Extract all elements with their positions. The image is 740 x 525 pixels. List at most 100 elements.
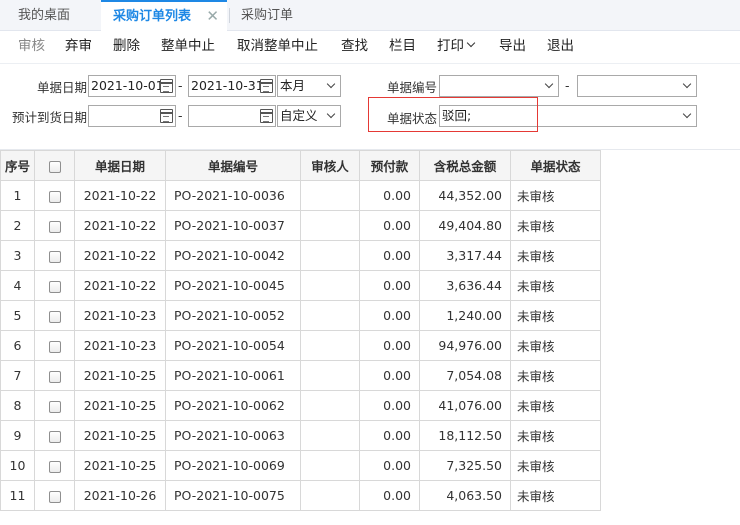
cancel-suspend-button[interactable]: 取消整单中止	[237, 31, 318, 64]
calendar-icon[interactable]	[160, 79, 173, 93]
doc-date-cell: 2021-10-22	[74, 210, 167, 241]
table-row[interactable]: 2 2021-10-22 PO-2021-10-0037 0.00 49,404.80 未…	[0, 210, 602, 241]
table-row[interactable]: 11 2021-10-26 PO-2021-10-0075 0.00 4,063.50 未…	[0, 480, 602, 511]
table-row[interactable]: 5 2021-10-23 PO-2021-10-0052 0.00 1,240.00 未审…	[0, 300, 602, 331]
table-row[interactable]: 8 2021-10-25 PO-2021-10-0062 0.00 41,076.00 未…	[0, 390, 602, 421]
doc-date-from-input[interactable]: 2021-10-01	[88, 75, 176, 97]
reviewer-cell	[300, 210, 361, 241]
exit-button[interactable]: 退出	[547, 31, 574, 64]
expected-date-to-input[interactable]	[188, 105, 276, 127]
calendar-icon[interactable]	[160, 109, 173, 123]
find-button[interactable]: 查找	[341, 31, 368, 64]
row-checkbox[interactable]	[48, 220, 61, 233]
delete-button[interactable]: 删除	[113, 31, 140, 64]
doc-no-label: 单据编号	[387, 80, 438, 95]
select-all-checkbox[interactable]	[48, 160, 61, 173]
doc-status-cell: 未审核	[510, 420, 602, 451]
chevron-down-icon	[326, 79, 336, 89]
row-checkbox-cell	[34, 300, 76, 331]
print-button[interactable]: 打印	[437, 31, 476, 64]
col-header-doc-status[interactable]: 单据状态	[510, 150, 602, 181]
doc-no-cell: PO-2021-10-0037	[165, 210, 302, 241]
col-header-doc-no[interactable]: 单据编号	[165, 150, 302, 181]
doc-date-cell: 2021-10-23	[74, 300, 167, 331]
total-amount-cell: 49,404.80	[419, 210, 512, 241]
doc-no-cell: PO-2021-10-0045	[165, 270, 302, 301]
doc-date-period-select[interactable]: 本月	[277, 75, 341, 97]
calendar-icon[interactable]	[260, 79, 273, 93]
table-row[interactable]: 4 2021-10-22 PO-2021-10-0045 0.00 3,636.44 未审…	[0, 270, 602, 301]
doc-no-cell: PO-2021-10-0063	[165, 420, 302, 451]
abandon-review-button[interactable]: 弃审	[65, 31, 92, 64]
col-header-reviewer[interactable]: 审核人	[300, 150, 361, 181]
row-checkbox-cell	[34, 450, 76, 481]
row-checkbox[interactable]	[48, 250, 61, 263]
total-amount-cell: 3,636.44	[419, 270, 512, 301]
row-checkbox[interactable]	[48, 400, 61, 413]
calendar-icon[interactable]	[260, 109, 273, 123]
doc-date-to-value: 2021-10-31	[191, 78, 264, 93]
doc-no-from-select[interactable]	[439, 75, 559, 97]
row-index: 9	[0, 420, 36, 451]
row-checkbox[interactable]	[48, 310, 61, 323]
row-checkbox[interactable]	[48, 370, 61, 383]
row-checkbox[interactable]	[48, 490, 61, 503]
doc-status-cell: 未审核	[510, 270, 602, 301]
doc-date-cell: 2021-10-25	[74, 420, 167, 451]
table-row[interactable]: 6 2021-10-23 PO-2021-10-0054 0.00 94,976.00 未…	[0, 330, 602, 361]
tab-label: 采购订单列表	[113, 9, 192, 24]
suspend-order-button[interactable]: 整单中止	[161, 31, 215, 64]
row-checkbox-cell	[34, 360, 76, 391]
reviewer-cell	[300, 420, 361, 451]
doc-date-cell: 2021-10-22	[74, 180, 167, 211]
review-button[interactable]: 审核	[18, 31, 45, 64]
table-row[interactable]: 10 2021-10-25 PO-2021-10-0069 0.00 7,325.50 未…	[0, 450, 602, 481]
col-header-doc-date[interactable]: 单据日期	[74, 150, 167, 181]
columns-button[interactable]: 栏目	[389, 31, 416, 64]
export-button[interactable]: 导出	[499, 31, 526, 64]
total-amount-cell: 4,063.50	[419, 480, 512, 511]
close-icon[interactable]: ✕	[206, 2, 219, 31]
col-header-select-all[interactable]	[34, 150, 76, 181]
row-checkbox[interactable]	[48, 190, 61, 203]
tab-purchase-order-list[interactable]: 采购订单列表 ✕	[101, 0, 227, 31]
row-checkbox[interactable]	[48, 280, 61, 293]
doc-date-to-input[interactable]: 2021-10-31	[188, 75, 276, 97]
col-header-prepayment[interactable]: 预付款	[359, 150, 421, 181]
row-checkbox-cell	[34, 330, 76, 361]
prepayment-cell: 0.00	[359, 240, 421, 271]
total-amount-cell: 3,317.44	[419, 240, 512, 271]
doc-no-cell: PO-2021-10-0062	[165, 390, 302, 421]
chevron-down-icon	[682, 109, 692, 119]
col-header-index[interactable]: 序号	[0, 150, 36, 181]
doc-no-to-select[interactable]	[577, 75, 697, 97]
reviewer-cell	[300, 450, 361, 481]
row-checkbox-cell	[34, 210, 76, 241]
date-range-dash: -	[178, 108, 183, 123]
expected-date-from-input[interactable]	[88, 105, 176, 127]
total-amount-cell: 94,976.00	[419, 330, 512, 361]
table-row[interactable]: 3 2021-10-22 PO-2021-10-0042 0.00 3,317.44 未审…	[0, 240, 602, 271]
prepayment-cell: 0.00	[359, 210, 421, 241]
doc-date-cell: 2021-10-23	[74, 330, 167, 361]
doc-status-cell: 未审核	[510, 240, 602, 271]
table-row[interactable]: 7 2021-10-25 PO-2021-10-0061 0.00 7,054.08 未审…	[0, 360, 602, 391]
col-header-total-amount[interactable]: 含税总金额	[419, 150, 512, 181]
table-row[interactable]: 9 2021-10-25 PO-2021-10-0063 0.00 18,112.50 未…	[0, 420, 602, 451]
row-checkbox-cell	[34, 390, 76, 421]
prepayment-cell: 0.00	[359, 330, 421, 361]
chevron-down-icon	[466, 38, 476, 48]
row-checkbox[interactable]	[48, 340, 61, 353]
tab-my-desktop[interactable]: 我的桌面	[18, 0, 70, 31]
total-amount-cell: 41,076.00	[419, 390, 512, 421]
table-row[interactable]: 1 2021-10-22 PO-2021-10-0036 0.00 44,352.00 未…	[0, 180, 602, 211]
expected-date-period-select[interactable]: 自定义	[277, 105, 341, 127]
tab-purchase-order[interactable]: 采购订单	[241, 0, 293, 31]
reviewer-cell	[300, 360, 361, 391]
purchase-order-table: 序号 单据日期 单据编号 审核人 预付款 含税总金额 单据状态 1 2021-10…	[0, 150, 602, 511]
total-amount-cell: 7,054.08	[419, 360, 512, 391]
doc-status-cell: 未审核	[510, 210, 602, 241]
row-checkbox[interactable]	[48, 430, 61, 443]
row-checkbox[interactable]	[48, 460, 61, 473]
row-index: 3	[0, 240, 36, 271]
